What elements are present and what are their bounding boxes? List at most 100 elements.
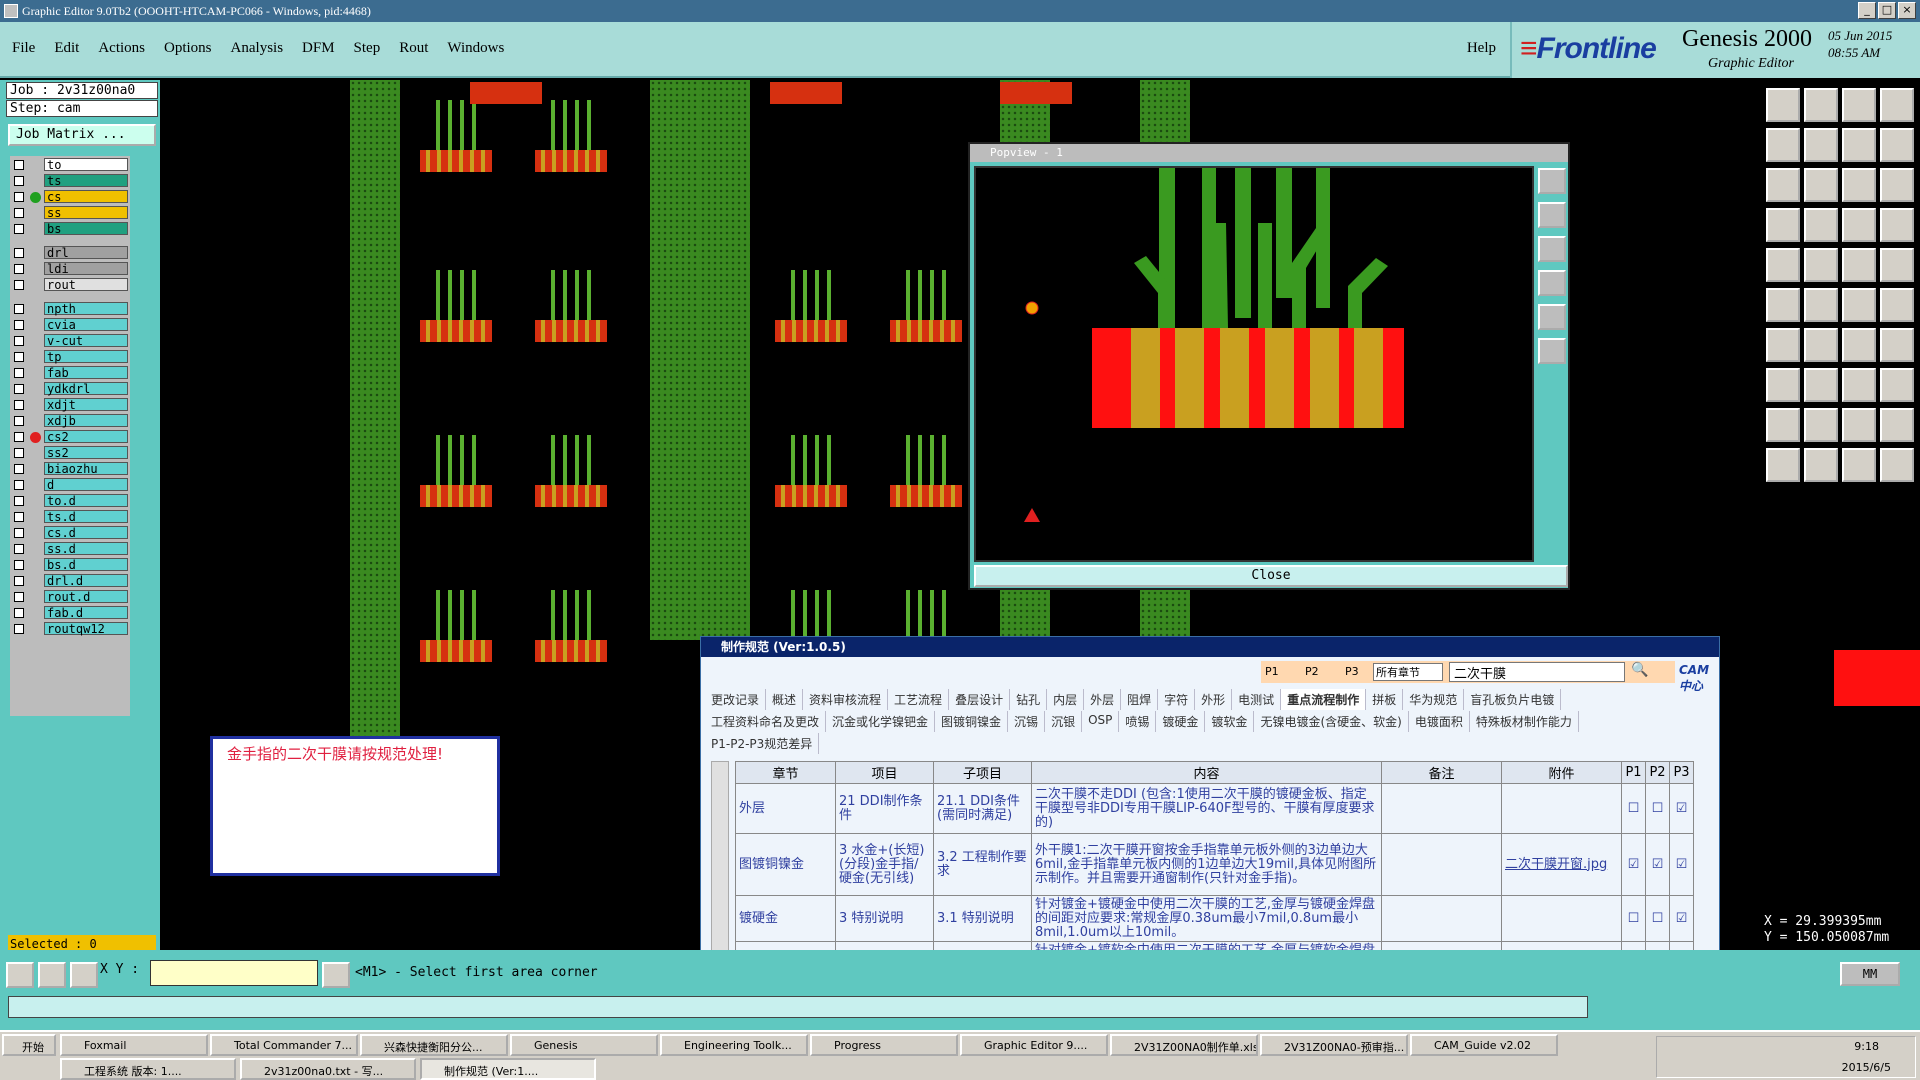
layer-row-tp[interactable]: tp (10, 350, 130, 364)
tool-icon[interactable] (1880, 408, 1914, 442)
layer-row-to[interactable]: to (10, 158, 130, 172)
spec-tab[interactable]: 无镍电镀金(含硬金、软金) (1254, 711, 1409, 732)
layer-row-routqw12[interactable]: routqw12 (10, 622, 130, 636)
layer-checkbox[interactable] (14, 464, 24, 474)
layer-checkbox[interactable] (14, 304, 24, 314)
layer-row-ts.d[interactable]: ts.d (10, 510, 130, 524)
menu-file[interactable]: File (12, 40, 35, 57)
filter-p1[interactable]: P1 (1265, 665, 1279, 678)
spec-tab[interactable]: 沉金或化学镍钯金 (826, 711, 936, 732)
spec-tab[interactable]: 资料审核流程 (803, 689, 889, 710)
layer-checkbox[interactable] (14, 432, 24, 442)
tool-icon[interactable] (1880, 328, 1914, 362)
popview-tool-1[interactable] (1538, 168, 1566, 194)
spec-tab[interactable]: 钻孔 (1010, 689, 1048, 710)
tool-icon[interactable] (1880, 248, 1914, 282)
layer-checkbox[interactable] (14, 544, 24, 554)
attachment-link[interactable]: 二次干膜开窗.jpg (1501, 833, 1622, 896)
menu-windows[interactable]: Windows (447, 40, 504, 57)
tool-icon[interactable] (1766, 168, 1800, 202)
spec-search-input[interactable]: 二次干膜 (1449, 662, 1625, 682)
tool-icon[interactable] (1766, 408, 1800, 442)
units-button[interactable]: MM (1840, 962, 1900, 986)
task-button[interactable]: 兴森快捷衡阳分公... (360, 1034, 508, 1056)
task-button[interactable]: 2V31Z00NA0制作单.xls (1110, 1034, 1258, 1056)
task-button[interactable]: 2v31z00na0.txt - 写... (240, 1058, 416, 1080)
bottom-tool-2[interactable] (38, 962, 66, 988)
layer-checkbox[interactable] (14, 176, 24, 186)
layer-row-ss[interactable]: ss (10, 206, 130, 220)
spec-tab[interactable]: 字符 (1158, 689, 1196, 710)
layer-checkbox[interactable] (14, 336, 24, 346)
menu-rout[interactable]: Rout (399, 40, 428, 57)
spec-tab[interactable]: 电镀面积 (1409, 711, 1470, 732)
layer-checkbox[interactable] (14, 160, 24, 170)
layer-row-bs[interactable]: bs (10, 222, 130, 236)
tool-icon[interactable] (1766, 368, 1800, 402)
p-checkbox[interactable]: ☑ (1669, 895, 1694, 942)
spec-tab[interactable]: 工艺流程 (888, 689, 950, 710)
layer-row-xdjb[interactable]: xdjb (10, 414, 130, 428)
layer-row-ss.d[interactable]: ss.d (10, 542, 130, 556)
p-checkbox[interactable]: ☑ (1669, 833, 1694, 896)
tool-icon[interactable] (1842, 88, 1876, 122)
layer-row-biaozhu[interactable]: biaozhu (10, 462, 130, 476)
tool-icon[interactable] (1766, 288, 1800, 322)
tool-icon[interactable] (1880, 128, 1914, 162)
layer-checkbox[interactable] (14, 416, 24, 426)
task-button[interactable]: 2V31Z00NA0-预审指... (1260, 1034, 1408, 1056)
layer-row-xdjt[interactable]: xdjt (10, 398, 130, 412)
layer-row-ydkdrl[interactable]: ydkdrl (10, 382, 130, 396)
tool-icon[interactable] (1880, 448, 1914, 482)
layer-checkbox[interactable] (14, 496, 24, 506)
p-checkbox[interactable]: ☐ (1621, 783, 1646, 834)
layer-row-ss2[interactable]: ss2 (10, 446, 130, 460)
p-checkbox[interactable]: ☑ (1669, 783, 1694, 834)
layer-checkbox[interactable] (14, 592, 24, 602)
layer-row-drl.d[interactable]: drl.d (10, 574, 130, 588)
spec-tab[interactable]: 更改记录 (705, 689, 767, 710)
task-button[interactable]: Foxmail (60, 1034, 208, 1056)
close-button[interactable]: × (1898, 2, 1916, 19)
spec-tab[interactable]: 沉锡 (1008, 711, 1046, 732)
layer-checkbox[interactable] (14, 352, 24, 362)
spec-tab[interactable]: 外层 (1084, 689, 1122, 710)
task-button[interactable]: Total Commander 7... (210, 1034, 358, 1056)
tool-icon[interactable] (1804, 248, 1838, 282)
tool-icon[interactable] (1880, 368, 1914, 402)
scope-select[interactable]: 所有章节 (1373, 663, 1443, 681)
tool-icon[interactable] (1804, 88, 1838, 122)
tool-icon[interactable] (1880, 168, 1914, 202)
tool-icon[interactable] (1842, 208, 1876, 242)
layer-checkbox[interactable] (14, 192, 24, 202)
menu-step[interactable]: Step (354, 40, 381, 57)
menu-help[interactable]: Help (1467, 40, 1496, 57)
layer-checkbox[interactable] (14, 512, 24, 522)
task-button[interactable]: Progress (810, 1034, 958, 1056)
layer-row-cvia[interactable]: cvia (10, 318, 130, 332)
layer-checkbox[interactable] (14, 480, 24, 490)
spec-tab[interactable]: 概述 (766, 689, 804, 710)
popview-canvas[interactable] (974, 166, 1534, 562)
minimize-button[interactable]: _ (1858, 2, 1876, 19)
layer-checkbox[interactable] (14, 264, 24, 274)
tool-icon[interactable] (1842, 288, 1876, 322)
search-icon[interactable]: 🔍 (1631, 662, 1648, 678)
task-button[interactable]: Genesis (510, 1034, 658, 1056)
tool-icon[interactable] (1842, 328, 1876, 362)
spec-tab[interactable]: 喷锡 (1119, 711, 1157, 732)
layer-checkbox[interactable] (14, 528, 24, 538)
layer-row-cs[interactable]: cs (10, 190, 130, 204)
layer-checkbox[interactable] (14, 560, 24, 570)
xy-input[interactable] (150, 960, 318, 986)
layer-checkbox[interactable] (14, 576, 24, 586)
tool-icon[interactable] (1804, 208, 1838, 242)
layer-checkbox[interactable] (14, 384, 24, 394)
layer-row-d[interactable]: d (10, 478, 130, 492)
spec-tab[interactable]: 内层 (1047, 689, 1085, 710)
spec-tab[interactable]: 拼板 (1366, 689, 1404, 710)
tool-icon[interactable] (1880, 88, 1914, 122)
tool-icon[interactable] (1804, 368, 1838, 402)
tool-icon[interactable] (1804, 408, 1838, 442)
spec-tab[interactable]: 工程资料命名及更改 (705, 711, 827, 732)
